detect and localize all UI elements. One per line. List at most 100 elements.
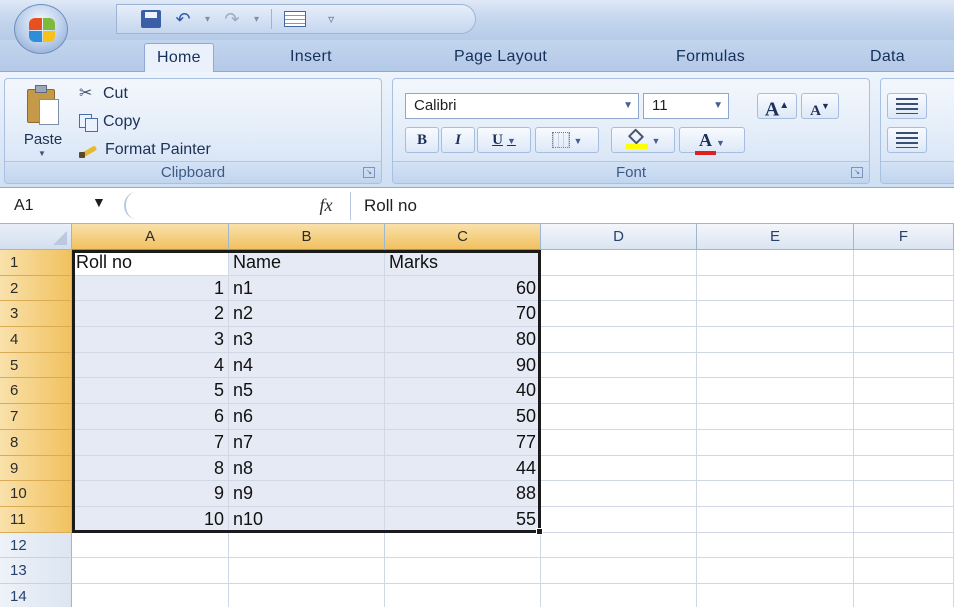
cell-b3[interactable]: n2: [229, 301, 385, 328]
cell-c1[interactable]: Marks: [385, 250, 541, 276]
cell-c13[interactable]: [385, 558, 541, 584]
cell-f14[interactable]: [854, 583, 954, 607]
cell-e1[interactable]: [697, 250, 854, 276]
cell-d6[interactable]: [541, 378, 697, 405]
cell-f8[interactable]: [854, 429, 954, 456]
cell-e7[interactable]: [697, 404, 854, 430]
cut-button[interactable]: Cut: [79, 83, 128, 105]
tab-formulas[interactable]: Formulas: [676, 48, 745, 66]
cell-b11[interactable]: n10: [229, 506, 385, 533]
cell-e9[interactable]: [697, 455, 854, 482]
cell-d14[interactable]: [541, 583, 697, 607]
cell-f7[interactable]: [854, 404, 954, 430]
cell-f6[interactable]: [854, 378, 954, 405]
cell-a5[interactable]: 4: [72, 352, 229, 379]
grow-font-button[interactable]: A▲: [757, 93, 797, 121]
font-name-combo[interactable]: Calibri ▼: [405, 93, 639, 119]
cell-d13[interactable]: [541, 558, 697, 584]
shrink-font-button[interactable]: A▼: [801, 93, 839, 119]
cell-d11[interactable]: [541, 506, 697, 533]
cell-c10[interactable]: 88: [385, 481, 541, 507]
cell-b1[interactable]: Name: [229, 250, 385, 276]
cell-f5[interactable]: [854, 352, 954, 379]
font-size-combo[interactable]: 11 ▼: [643, 93, 729, 119]
row-header-4[interactable]: 4: [0, 327, 72, 353]
office-button[interactable]: [14, 4, 68, 54]
cell-b8[interactable]: n7: [229, 429, 385, 456]
align-left-button[interactable]: [887, 127, 927, 153]
row-header-8[interactable]: 8: [0, 429, 72, 456]
column-header-a[interactable]: A: [72, 224, 229, 250]
row-header-11[interactable]: 11: [0, 506, 72, 533]
cell-d10[interactable]: [541, 481, 697, 507]
row-header-9[interactable]: 9: [0, 455, 72, 482]
cell-b12[interactable]: [229, 532, 385, 559]
cell-c9[interactable]: 44: [385, 455, 541, 482]
column-header-b[interactable]: B: [229, 224, 385, 250]
column-header-f[interactable]: F: [854, 224, 954, 250]
fill-color-dropdown-icon[interactable]: ▼: [652, 136, 661, 146]
cell-e12[interactable]: [697, 532, 854, 559]
row-header-1[interactable]: 1: [0, 250, 72, 276]
cell-e14[interactable]: [697, 583, 854, 607]
row-header-13[interactable]: 13: [0, 558, 72, 584]
cell-e4[interactable]: [697, 327, 854, 353]
cell-c8[interactable]: 77: [385, 429, 541, 456]
underline-button[interactable]: U ▼: [477, 127, 531, 153]
cell-a7[interactable]: 6: [72, 404, 229, 430]
cell-c3[interactable]: 70: [385, 301, 541, 328]
font-size-dropdown-icon[interactable]: ▼: [713, 94, 723, 118]
align-top-button[interactable]: [887, 93, 927, 119]
cell-b9[interactable]: n8: [229, 455, 385, 482]
clipboard-dialog-launcher-icon[interactable]: [363, 167, 375, 178]
cell-d5[interactable]: [541, 352, 697, 379]
cell-d3[interactable]: [541, 301, 697, 328]
cell-f2[interactable]: [854, 275, 954, 302]
cell-a1[interactable]: Roll no: [72, 250, 229, 276]
formula-bar-splitter[interactable]: [124, 192, 148, 219]
cell-d8[interactable]: [541, 429, 697, 456]
tab-data[interactable]: Data: [870, 48, 905, 66]
cell-b14[interactable]: [229, 583, 385, 607]
undo-dropdown-icon[interactable]: [205, 14, 210, 25]
cell-d9[interactable]: [541, 455, 697, 482]
row-header-14[interactable]: 14: [0, 583, 72, 607]
column-header-d[interactable]: D: [541, 224, 697, 250]
select-all-button[interactable]: [0, 224, 72, 250]
cell-a13[interactable]: [72, 558, 229, 584]
cell-c5[interactable]: 90: [385, 352, 541, 379]
tab-insert[interactable]: Insert: [290, 48, 332, 66]
formula-input[interactable]: Roll no: [364, 192, 944, 219]
row-header-7[interactable]: 7: [0, 404, 72, 430]
row-header-5[interactable]: 5: [0, 352, 72, 379]
cell-c4[interactable]: 80: [385, 327, 541, 353]
cell-c11[interactable]: 55: [385, 506, 541, 533]
cell-e6[interactable]: [697, 378, 854, 405]
cell-a10[interactable]: 9: [72, 481, 229, 507]
cell-a3[interactable]: 2: [72, 301, 229, 328]
cell-f4[interactable]: [854, 327, 954, 353]
underline-dropdown-icon[interactable]: ▼: [507, 136, 516, 146]
cell-b2[interactable]: n1: [229, 275, 385, 302]
row-header-2[interactable]: 2: [0, 275, 72, 302]
cell-f1[interactable]: [854, 250, 954, 276]
name-box-dropdown-icon[interactable]: ▼: [92, 194, 106, 210]
undo-icon[interactable]: [173, 10, 193, 28]
cell-f12[interactable]: [854, 532, 954, 559]
cell-d4[interactable]: [541, 327, 697, 353]
font-name-dropdown-icon[interactable]: ▼: [623, 94, 633, 118]
bold-button[interactable]: B: [405, 127, 439, 153]
cell-a4[interactable]: 3: [72, 327, 229, 353]
cell-c6[interactable]: 40: [385, 378, 541, 405]
column-header-c[interactable]: C: [385, 224, 541, 250]
cell-e13[interactable]: [697, 558, 854, 584]
cell-f13[interactable]: [854, 558, 954, 584]
row-header-3[interactable]: 3: [0, 301, 72, 328]
cell-d12[interactable]: [541, 532, 697, 559]
cell-b4[interactable]: n3: [229, 327, 385, 353]
paste-button[interactable]: Paste ▼: [13, 83, 73, 161]
fill-handle[interactable]: [536, 528, 543, 535]
borders-button[interactable]: ▼: [535, 127, 599, 153]
cell-f9[interactable]: [854, 455, 954, 482]
italic-button[interactable]: I: [441, 127, 475, 153]
